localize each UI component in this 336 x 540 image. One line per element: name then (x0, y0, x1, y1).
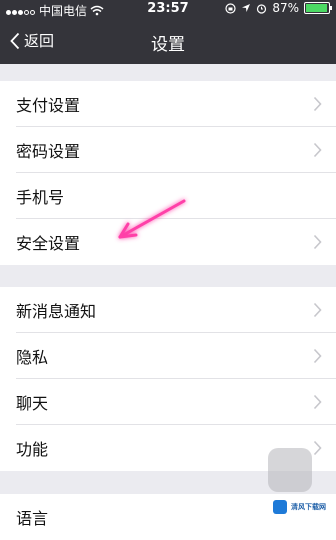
status-bar: 中国电信 23:57 87% (0, 0, 336, 18)
battery-percent: 87% (272, 1, 299, 15)
item-label: 语言 (16, 509, 49, 528)
annotation-arrow-icon (118, 199, 186, 239)
chevron-right-icon (313, 234, 322, 250)
item-label: 聊天 (16, 394, 49, 413)
item-label: 安全设置 (16, 234, 81, 253)
chevron-right-icon (313, 302, 322, 318)
item-label: 密码设置 (16, 142, 81, 161)
alarm-icon (257, 3, 267, 14)
chevron-right-icon (313, 348, 322, 364)
top-bar: 中国电信 23:57 87% 返回 设置 (0, 0, 336, 64)
watermark-logo: 清风下载网 (269, 498, 330, 516)
item-label: 新消息通知 (16, 302, 97, 321)
item-label: 手机号 (16, 188, 65, 207)
list-item-privacy[interactable]: 隐私 (0, 333, 336, 379)
navigation-bar: 返回 设置 (0, 18, 336, 64)
watermark-icon (273, 500, 287, 514)
watermark-text: 清风下载网 (291, 503, 326, 511)
list-item-notifications[interactable]: 新消息通知 (0, 287, 336, 333)
location-icon (242, 4, 251, 12)
item-label: 功能 (16, 440, 49, 459)
chevron-right-icon (313, 142, 322, 158)
list-item-chat[interactable]: 聊天 (0, 379, 336, 425)
list-item-payment-settings[interactable]: 支付设置 (0, 81, 336, 127)
item-label: 隐私 (16, 348, 49, 367)
page-title: 设置 (151, 35, 185, 55)
chevron-right-icon (313, 440, 322, 456)
settings-group-general: 新消息通知 隐私 聊天 功能 (0, 287, 336, 471)
lock-rotation-icon (225, 2, 236, 14)
chevron-right-icon (313, 96, 322, 112)
assistive-touch-button[interactable] (268, 448, 312, 492)
list-item-password-settings[interactable]: 密码设置 (0, 127, 336, 173)
chevron-right-icon (313, 394, 322, 410)
item-label: 支付设置 (16, 96, 81, 115)
battery-icon (304, 2, 332, 14)
